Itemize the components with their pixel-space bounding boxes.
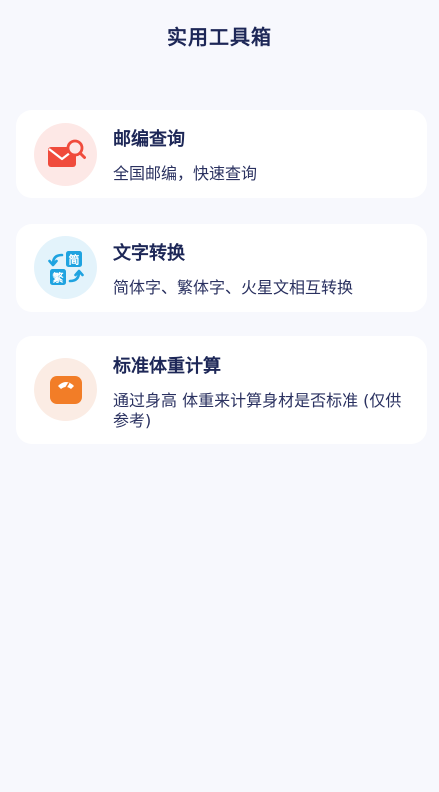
tool-title: 标准体重计算 bbox=[113, 356, 221, 377]
page-title: 实用工具箱 bbox=[167, 24, 272, 49]
app-header: 实用工具箱 bbox=[0, 0, 439, 70]
tool-card-postal-code[interactable]: 邮编查询 全国邮编，快速查询 bbox=[16, 110, 427, 198]
scale-icon bbox=[34, 358, 97, 421]
tool-title: 邮编查询 bbox=[113, 129, 185, 150]
tool-card-text-convert[interactable]: 简 繁 文字转换 简体字、繁体字、火星文相互转换 bbox=[16, 224, 427, 312]
tool-description: 全国邮编，快速查询 bbox=[113, 164, 258, 183]
mail-search-icon bbox=[34, 123, 97, 186]
tool-card-weight-calc[interactable]: 标准体重计算 通过身高 体重来计算身材是否标准 (仅供参考) bbox=[16, 336, 427, 444]
tool-title: 文字转换 bbox=[113, 243, 185, 264]
icon-label-simplified: 简 bbox=[68, 252, 79, 266]
tool-description: 简体字、繁体字、火星文相互转换 bbox=[113, 278, 354, 297]
text-convert-icon: 简 繁 bbox=[34, 236, 97, 299]
tool-description: 通过身高 体重来计算身材是否标准 (仅供参考) bbox=[113, 391, 402, 430]
icon-label-traditional: 繁 bbox=[51, 270, 64, 284]
